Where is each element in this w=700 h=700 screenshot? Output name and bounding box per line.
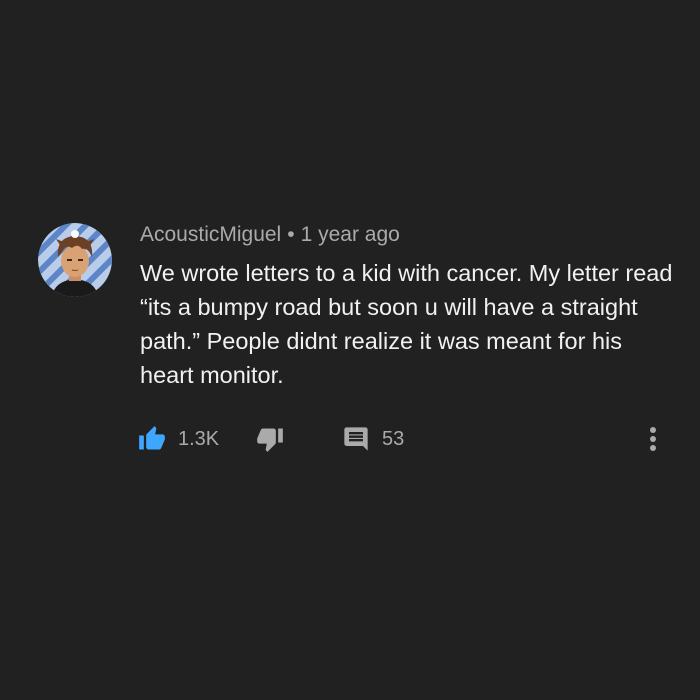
- avatar[interactable]: [38, 223, 112, 297]
- thumbs-down-icon: [256, 425, 284, 453]
- reply-count: 53: [382, 427, 405, 450]
- dislike-button[interactable]: [256, 422, 284, 456]
- comment-actions: 1.3K 53: [138, 422, 678, 456]
- like-button[interactable]: 1.3K: [138, 422, 219, 456]
- comment-card: AcousticMiguel • 1 year ago We wrote lette…: [0, 0, 700, 700]
- thumbs-up-icon: [138, 425, 166, 453]
- more-options-button[interactable]: [643, 424, 663, 454]
- reply-button[interactable]: 53: [342, 422, 404, 456]
- like-count: 1.3K: [178, 427, 220, 450]
- timestamp: 1 year ago: [300, 223, 400, 246]
- meta-separator: •: [287, 223, 295, 246]
- more-vertical-icon: [643, 427, 663, 458]
- author-name[interactable]: AcousticMiguel: [140, 223, 281, 246]
- comment-icon: [342, 425, 370, 453]
- comment-text: We wrote letters to a kid with cancer. M…: [140, 260, 673, 388]
- comment-header: AcousticMiguel • 1 year ago: [140, 223, 400, 247]
- avatar-image: [38, 223, 112, 297]
